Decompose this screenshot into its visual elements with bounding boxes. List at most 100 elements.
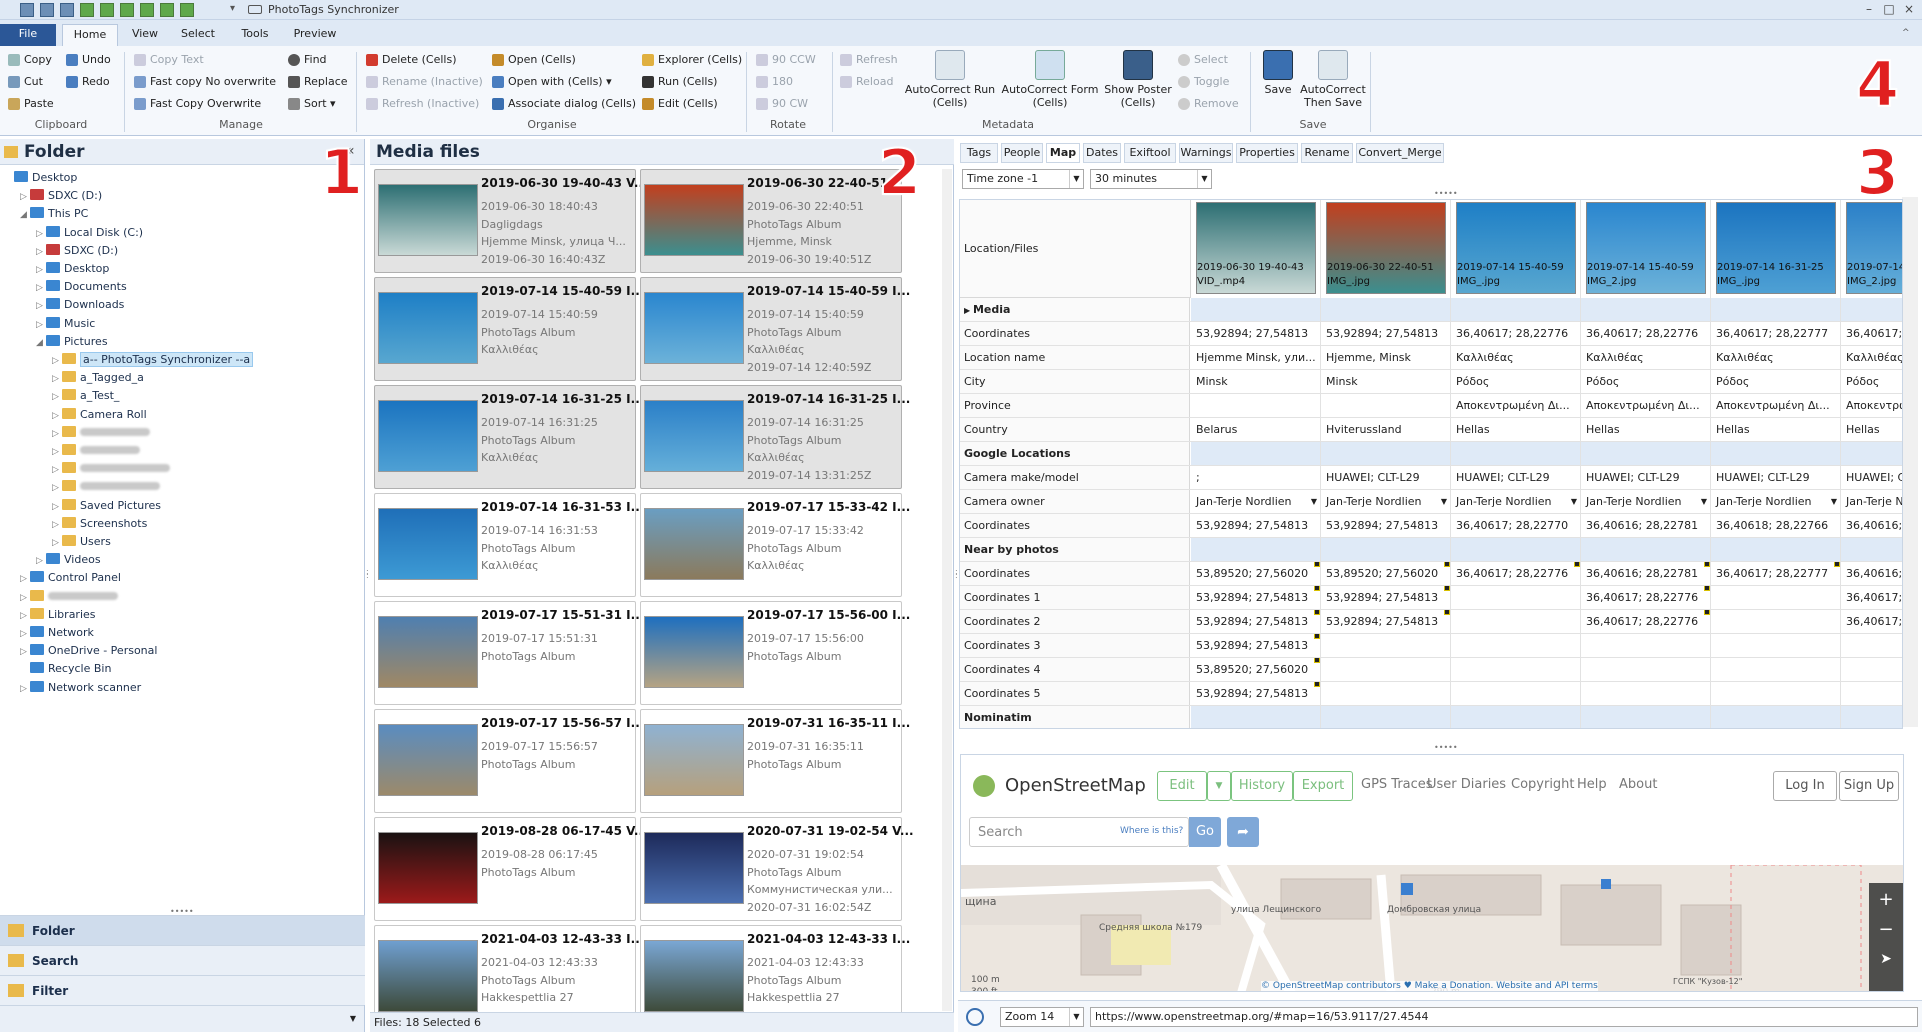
expand-toggle-icon[interactable]: ▷ xyxy=(20,607,30,625)
table-cell[interactable]: Jan-Terje Nordlien ▼ xyxy=(1321,490,1451,513)
rotate-90cw-button[interactable]: 90 CW xyxy=(754,95,808,113)
grid-icon-3[interactable] xyxy=(160,3,174,17)
tab-convertmerge[interactable]: Convert_Merge xyxy=(1356,143,1444,163)
table-cell[interactable] xyxy=(1321,298,1451,321)
grid-scrollbar[interactable] xyxy=(1902,197,1918,727)
table-cell[interactable]: 53,92894; 27,54813 xyxy=(1191,322,1321,345)
table-cell[interactable] xyxy=(1451,586,1581,609)
expand-toggle-icon[interactable]: ▷ xyxy=(52,407,62,425)
expand-toggle-icon[interactable]: ▷ xyxy=(36,316,46,334)
delete-button[interactable]: Delete (Cells) xyxy=(364,51,457,69)
osm-attribution[interactable]: © OpenStreetMap contributors ♥ Make a Do… xyxy=(1261,981,1598,991)
tree-item[interactable]: ▷ Network scanner xyxy=(20,679,141,697)
media-card[interactable]: 2020-07-31 19-02-54 V... 2020-07-31 19:02… xyxy=(640,817,914,921)
table-cell[interactable]: 36,40617; 28,22777 xyxy=(1711,562,1841,585)
toggle-button[interactable]: Toggle xyxy=(1176,73,1229,91)
table-cell[interactable] xyxy=(1451,682,1581,705)
table-cell[interactable]: 36,40617; 28,22776 xyxy=(1581,322,1711,345)
table-cell[interactable]: HUAWEI; C xyxy=(1841,466,1902,489)
select-button[interactable]: Select xyxy=(1176,51,1228,69)
row-label[interactable]: Nominatim xyxy=(960,706,1190,728)
nav-filter-button[interactable]: Filter xyxy=(0,975,365,1005)
zoom-out-button[interactable]: − xyxy=(1869,919,1903,945)
table-cell[interactable] xyxy=(1451,298,1581,321)
media-card[interactable]: 2019-07-17 15-33-42 I... 2019-07-17 15:33… xyxy=(640,493,910,597)
run-button[interactable]: Run (Cells) xyxy=(640,73,717,91)
search-icon[interactable] xyxy=(966,1008,984,1026)
osm-link[interactable]: About xyxy=(1619,777,1657,792)
table-cell[interactable]: Belarus xyxy=(1191,418,1321,441)
tree-item[interactable]: ▷ Libraries xyxy=(20,606,96,624)
media-card[interactable]: 2019-07-14 15-40-59 I... 2019-07-14 15:40… xyxy=(640,277,910,381)
file-column-header[interactable]: 2019-06-30 19-40-43 VID_.mp4 xyxy=(1191,200,1321,298)
open-with-button[interactable]: Open with (Cells) ▾ xyxy=(490,73,612,91)
expand-toggle-icon[interactable]: ▷ xyxy=(36,297,46,315)
row-label[interactable]: Near by photos xyxy=(960,538,1190,561)
expand-toggle-icon[interactable]: ▶ xyxy=(964,306,973,315)
expand-toggle-icon[interactable]: ◢ xyxy=(20,206,30,224)
save-button[interactable]: Save xyxy=(1258,50,1298,96)
osm-link[interactable]: User Diaries xyxy=(1427,777,1506,792)
table-cell[interactable]: Ρόδος xyxy=(1451,370,1581,393)
table-cell[interactable] xyxy=(1711,634,1841,657)
table-cell[interactable] xyxy=(1581,706,1711,728)
tree-item[interactable]: ▷ Documents xyxy=(36,278,127,296)
table-cell[interactable] xyxy=(1841,298,1902,321)
copy-button[interactable]: Copy xyxy=(6,51,52,69)
tree-item[interactable]: ▷ xyxy=(52,442,140,460)
splitter-left[interactable]: :: xyxy=(366,568,369,590)
expand-toggle-icon[interactable]: ▷ xyxy=(52,443,62,461)
tree-item[interactable]: ▷ Network xyxy=(20,624,94,642)
osm-edit-dropdown[interactable]: ▼ xyxy=(1207,771,1231,801)
tab-file[interactable]: File xyxy=(0,24,56,46)
table-cell[interactable]: Hellas xyxy=(1581,418,1711,441)
table-cell[interactable]: 36,40617; 28,22776 xyxy=(1451,562,1581,585)
file-column-header[interactable]: 2019-06-30 22-40-51 IMG_.jpg xyxy=(1321,200,1451,298)
media-card[interactable]: 2019-07-17 15-56-57 I... 2019-07-17 15:56… xyxy=(374,709,644,813)
osm-link[interactable]: GPS Traces xyxy=(1361,777,1433,792)
chevron-down-icon[interactable]: ▼ xyxy=(1441,490,1447,513)
table-cell[interactable] xyxy=(1581,298,1711,321)
directions-icon[interactable]: ➦ xyxy=(1227,817,1259,847)
table-cell[interactable] xyxy=(1841,442,1902,465)
table-cell[interactable]: Jan-Terje Nordlien ▼ xyxy=(1191,490,1321,513)
tree-item[interactable]: ▷ xyxy=(20,588,118,606)
table-cell[interactable] xyxy=(1191,442,1321,465)
file-column-header[interactable]: 2019-07-14 16-31-25 IMG_.jpg xyxy=(1711,200,1841,298)
expand-toggle-icon[interactable]: ◢ xyxy=(36,334,46,352)
table-cell[interactable]: 53,92894; 27,54813 xyxy=(1191,634,1321,657)
copy-text-button[interactable]: Copy Text xyxy=(132,51,204,69)
tab-preview[interactable]: Preview xyxy=(290,24,340,46)
table-cell[interactable]: 36,40617; 28,22776 xyxy=(1451,322,1581,345)
media-scrollbar[interactable] xyxy=(942,169,952,1011)
osm-link[interactable]: Help xyxy=(1577,777,1607,792)
expand-toggle-icon[interactable]: ▷ xyxy=(52,352,62,370)
expand-toggle-icon[interactable]: ▷ xyxy=(52,534,62,552)
tree-item[interactable]: ▷ Users xyxy=(52,533,111,551)
maximize-button[interactable]: □ xyxy=(1878,2,1900,16)
zoom-select[interactable]: Zoom 14 ▼ xyxy=(1000,1007,1084,1027)
tree-item[interactable]: Desktop xyxy=(4,169,77,187)
table-cell[interactable] xyxy=(1711,298,1841,321)
table-cell[interactable] xyxy=(1321,682,1451,705)
table-cell[interactable] xyxy=(1581,634,1711,657)
table-cell[interactable]: Minsk xyxy=(1191,370,1321,393)
tree-item[interactable]: ▷ Saved Pictures xyxy=(52,497,161,515)
expand-toggle-icon[interactable]: ▷ xyxy=(52,479,62,497)
expand-toggle-icon[interactable]: ▷ xyxy=(20,625,30,643)
tab-home[interactable]: Home xyxy=(62,24,118,46)
tab-people[interactable]: People xyxy=(1001,143,1043,163)
media-card[interactable]: 2019-08-28 06-17-45 V... 2019-08-28 06:17… xyxy=(374,817,648,921)
table-cell[interactable]: Ρόδος xyxy=(1841,370,1902,393)
media-card[interactable]: 2019-07-31 16-35-11 I... 2019-07-31 16:35… xyxy=(640,709,910,813)
expand-toggle-icon[interactable]: ▷ xyxy=(52,516,62,534)
chevron-down-icon[interactable]: ▼ xyxy=(1701,490,1707,513)
close-button[interactable]: × xyxy=(1898,2,1920,16)
table-cell[interactable]: Αποκεντρωμένη Δι... xyxy=(1711,394,1841,417)
table-cell[interactable]: 53,89520; 27,56020 xyxy=(1321,562,1451,585)
table-cell[interactable] xyxy=(1321,634,1451,657)
expand-toggle-icon[interactable]: ▷ xyxy=(36,261,46,279)
grid-icon-2[interactable] xyxy=(140,3,154,17)
osm-brand[interactable]: OpenStreetMap xyxy=(1005,775,1146,796)
table-cell[interactable] xyxy=(1581,682,1711,705)
